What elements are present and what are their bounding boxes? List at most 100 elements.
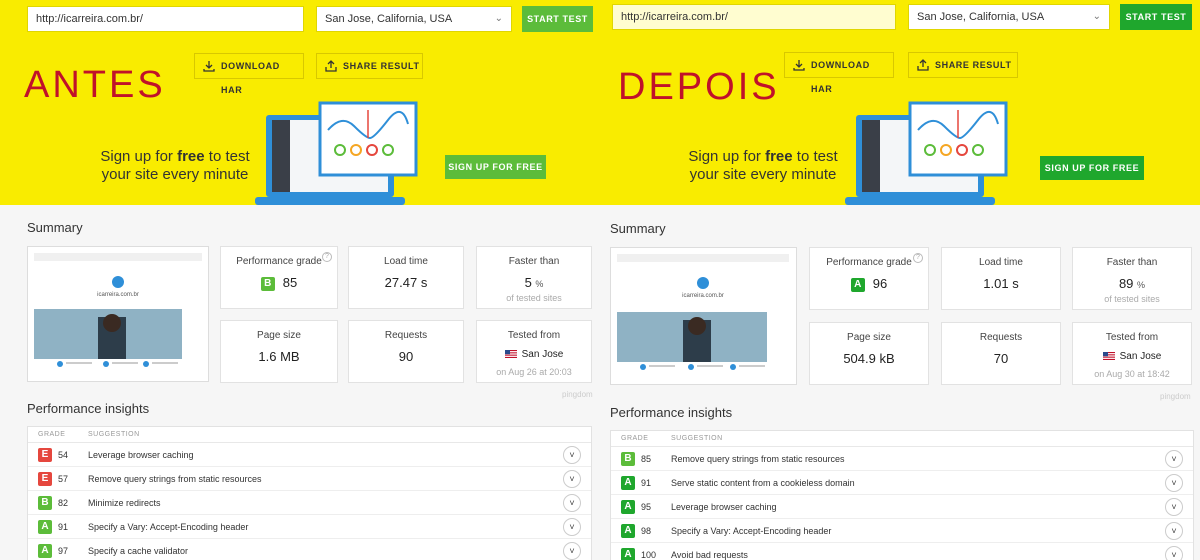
site-thumbnail-image: icarreira.com.br [34,253,202,367]
insight-score: 91 [641,478,652,488]
tested-from-value: San Jose [1073,351,1191,362]
table-row[interactable]: A 95 Leverage browser caching ˅ [611,495,1193,519]
download-har-button[interactable]: DOWNLOAD HAR [194,53,304,95]
site-screenshot-thumbnail: icarreira.com.br [610,247,797,385]
insight-score: 91 [58,522,69,532]
tested-from-city: San Jose [521,349,564,360]
share-result-button[interactable]: SHARE RESULT [908,52,1018,78]
download-har-button[interactable]: DOWNLOAD HAR [784,52,894,94]
download-har-label: DOWNLOAD HAR [221,61,280,95]
grade-badge: B [621,452,635,466]
grade-badge: A [621,524,635,538]
table-row[interactable]: A 97 Specify a cache validator ˅ [28,539,591,560]
insight-score: 95 [641,502,652,512]
insight-suggestion: Remove query strings from static resourc… [671,454,845,464]
location-value: San Jose, California, USA [325,13,453,25]
expand-chevron-icon[interactable]: ˅ [1165,522,1183,540]
grade-badge: A [621,500,635,514]
performance-grade-value: B 85 [221,275,337,291]
expand-chevron-icon[interactable]: ˅ [563,446,581,464]
url-input[interactable]: http://icarreira.com.br/ [612,4,896,30]
share-result-label: SHARE RESULT [935,60,1012,70]
hero-banner: http://icarreira.com.br/ San Jose, Calif… [600,0,1200,205]
load-time-label: Load time [384,256,428,267]
insights-header: GRADE SUGGESTION [28,427,591,443]
share-icon [325,60,337,72]
expand-chevron-icon[interactable]: ˅ [563,494,581,512]
us-flag-icon [1102,352,1115,361]
pingdom-watermark: pingdom [1160,392,1191,401]
site-screenshot-thumbnail: icarreira.com.br [27,246,209,382]
insight-score: 57 [58,474,69,484]
hero-banner: http://icarreira.com.br/ San Jose, Calif… [0,0,600,205]
table-row[interactable]: B 85 Remove query strings from static reso… [611,447,1193,471]
insight-suggestion: Remove query strings from static resourc… [88,474,262,484]
expand-chevron-icon[interactable]: ˅ [1165,474,1183,492]
share-icon [917,59,929,71]
performance-score: 85 [282,275,298,290]
insights-header: GRADE SUGGESTION [611,431,1193,447]
download-icon [793,60,805,71]
faster-than-card: Faster than 89 % of tested sites [1072,247,1192,310]
insights-title: Performance insights [610,405,733,420]
expand-chevron-icon[interactable]: ˅ [1165,450,1183,468]
grade-badge: A [850,277,865,292]
load-time-card: Load time 27.47 s [348,246,464,309]
tested-from-city: San Jose [1119,351,1162,362]
insights-table: GRADE SUGGESTION B 85 Remove query strings… [610,430,1194,560]
expand-chevron-icon[interactable]: ˅ [563,518,581,536]
table-row[interactable]: A 91 Serve static content from a cookieles… [611,471,1193,495]
insight-suggestion: Specify a Vary: Accept-Encoding header [671,526,832,536]
signup-text-line2: your site every minute [101,166,249,183]
requests-label: Requests [979,332,1023,343]
col-grade-header: GRADE [621,435,649,442]
tested-from-label: Tested from [507,330,561,341]
signup-text-post: to test [792,148,838,165]
requests-card: Requests 70 [941,322,1061,385]
start-test-button[interactable]: START TEST [1120,4,1192,30]
table-row[interactable]: A 98 Specify a Vary: Accept-Encoding heade… [611,519,1193,543]
load-time-value: 1.01 s [983,276,1019,291]
performance-grade-card: ? Performance grade A 96 [809,247,929,310]
expand-chevron-icon[interactable]: ˅ [563,470,581,488]
grade-badge: A [38,544,52,558]
tested-on-date: on Aug 30 at 18:42 [1094,369,1170,379]
expand-chevron-icon[interactable]: ˅ [563,542,581,560]
load-time-value: 27.47 s [384,275,428,290]
insight-score: 85 [641,454,652,464]
comparison-root: http://icarreira.com.br/ San Jose, Calif… [0,0,1200,560]
site-thumbnail-image: icarreira.com.br [617,254,789,370]
table-row[interactable]: A 91 Specify a Vary: Accept-Encoding heade… [28,515,591,539]
summary-title: Summary [27,220,83,235]
location-select[interactable]: San Jose, California, USA ⌄ [316,6,512,32]
share-result-button[interactable]: SHARE RESULT [316,53,423,79]
expand-chevron-icon[interactable]: ˅ [1165,498,1183,516]
chevron-down-icon: ⌄ [1092,11,1101,22]
performance-grade-value: A 96 [810,276,928,292]
signup-text-bold: free [177,148,205,165]
signup-free-button[interactable]: SIGN UP FOR FREE [445,155,546,179]
start-test-button[interactable]: START TEST [522,6,593,32]
insight-score: 82 [58,498,69,508]
grade-badge: E [38,448,52,462]
page-size-card: Page size 504.9 kB [809,322,929,385]
table-row[interactable]: B 82 Minimize redirects ˅ [28,491,591,515]
location-select[interactable]: San Jose, California, USA ⌄ [908,4,1110,30]
download-icon [203,61,215,72]
table-row[interactable]: E 57 Remove query strings from static reso… [28,467,591,491]
table-row[interactable]: A 100 Avoid bad requests ˅ [611,543,1193,560]
performance-grade-label: Performance grade [236,256,322,267]
expand-chevron-icon[interactable]: ˅ [1165,546,1183,560]
faster-than-sub: of tested sites [506,293,562,303]
load-time-card: Load time 1.01 s [941,247,1061,310]
performance-score: 96 [872,276,888,291]
faster-than-unit: % [1137,280,1146,290]
faster-than-number: 89 [1118,276,1134,291]
grade-badge: A [621,548,635,560]
url-input[interactable]: http://icarreira.com.br/ [27,6,304,32]
tested-from-card: Tested from San Jose on Aug 30 at 18:42 [1072,322,1192,385]
table-row[interactable]: E 54 Leverage browser caching ˅ [28,443,591,467]
insight-suggestion: Specify a Vary: Accept-Encoding header [88,522,249,532]
pingdom-watermark: pingdom [562,390,593,399]
signup-free-button[interactable]: SIGN UP FOR FREE [1040,156,1144,180]
